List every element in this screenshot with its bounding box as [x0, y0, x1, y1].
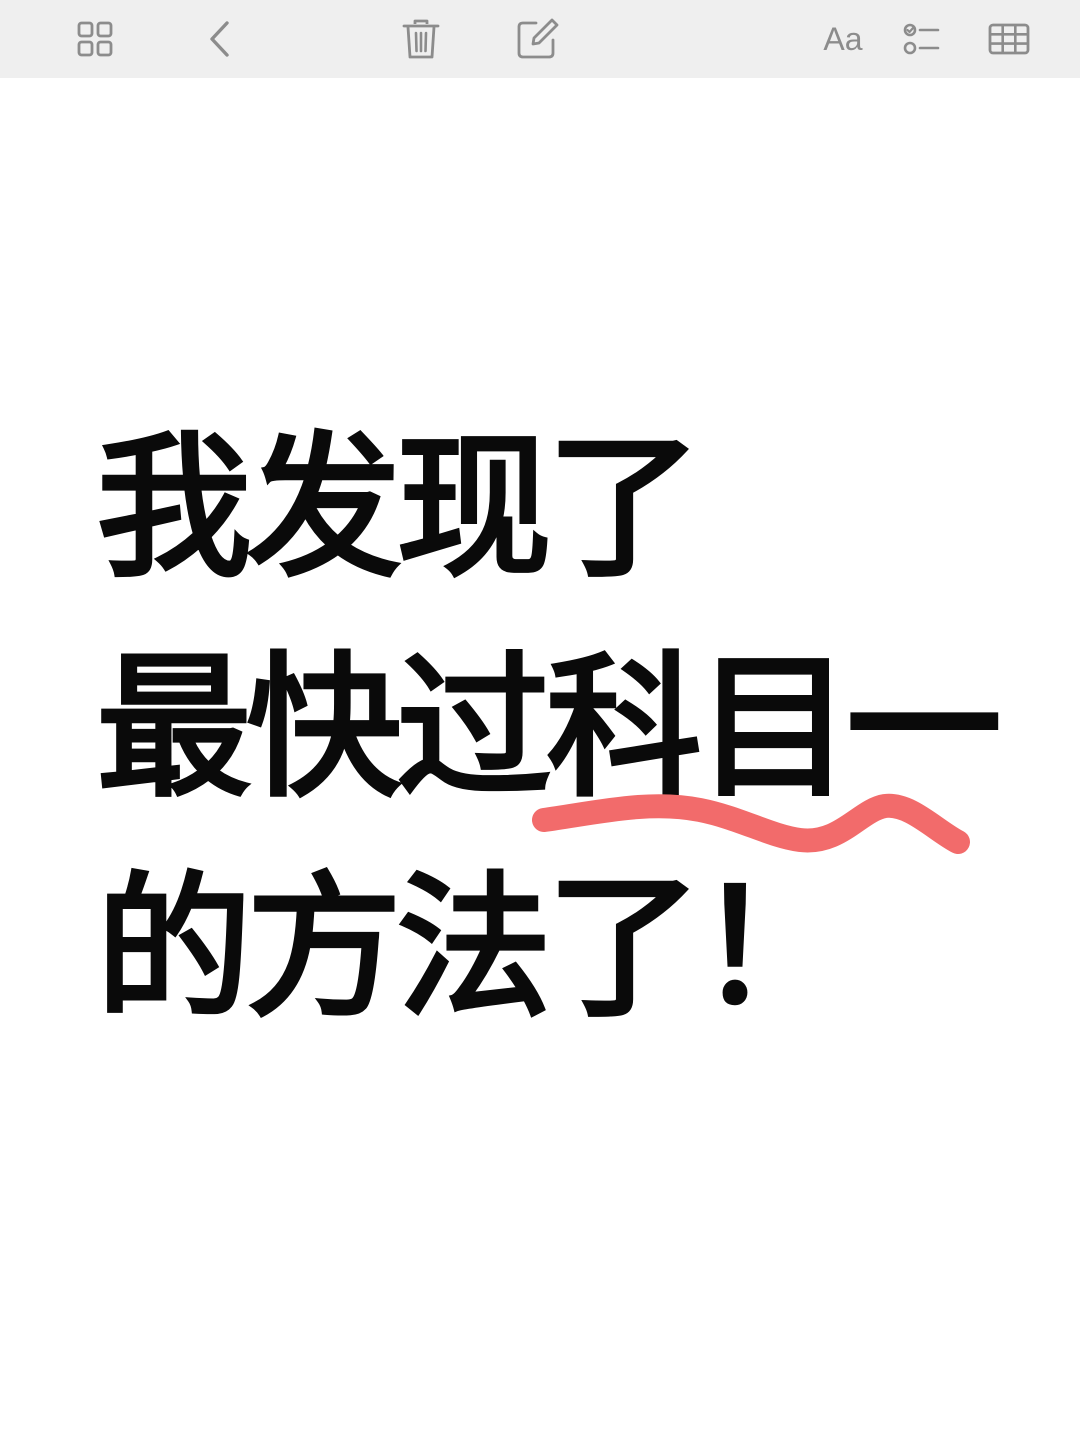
note-line-3: 的方法了！	[96, 857, 852, 1039]
gallery-view-button[interactable]	[63, 7, 127, 71]
note-body[interactable]: 我发现了 最快过科目一 的方法了！	[96, 398, 1036, 1058]
back-icon	[210, 21, 229, 57]
compose-button[interactable]	[505, 7, 569, 71]
note-line-1: 我发现了	[96, 417, 702, 599]
table-button[interactable]	[977, 7, 1041, 71]
note-toolbar: Aa	[0, 0, 1080, 78]
table-icon	[988, 23, 1030, 55]
delete-button[interactable]	[389, 7, 453, 71]
font-icon: Aa	[823, 20, 863, 57]
checklist-icon	[903, 23, 940, 55]
back-button[interactable]	[188, 7, 252, 71]
trash-icon	[402, 19, 440, 59]
compose-icon	[517, 18, 559, 59]
checklist-button[interactable]	[890, 7, 954, 71]
gallery-icon	[77, 21, 113, 57]
format-button[interactable]: Aa	[811, 7, 875, 71]
note-line-2: 最快过科目一	[96, 637, 1002, 819]
